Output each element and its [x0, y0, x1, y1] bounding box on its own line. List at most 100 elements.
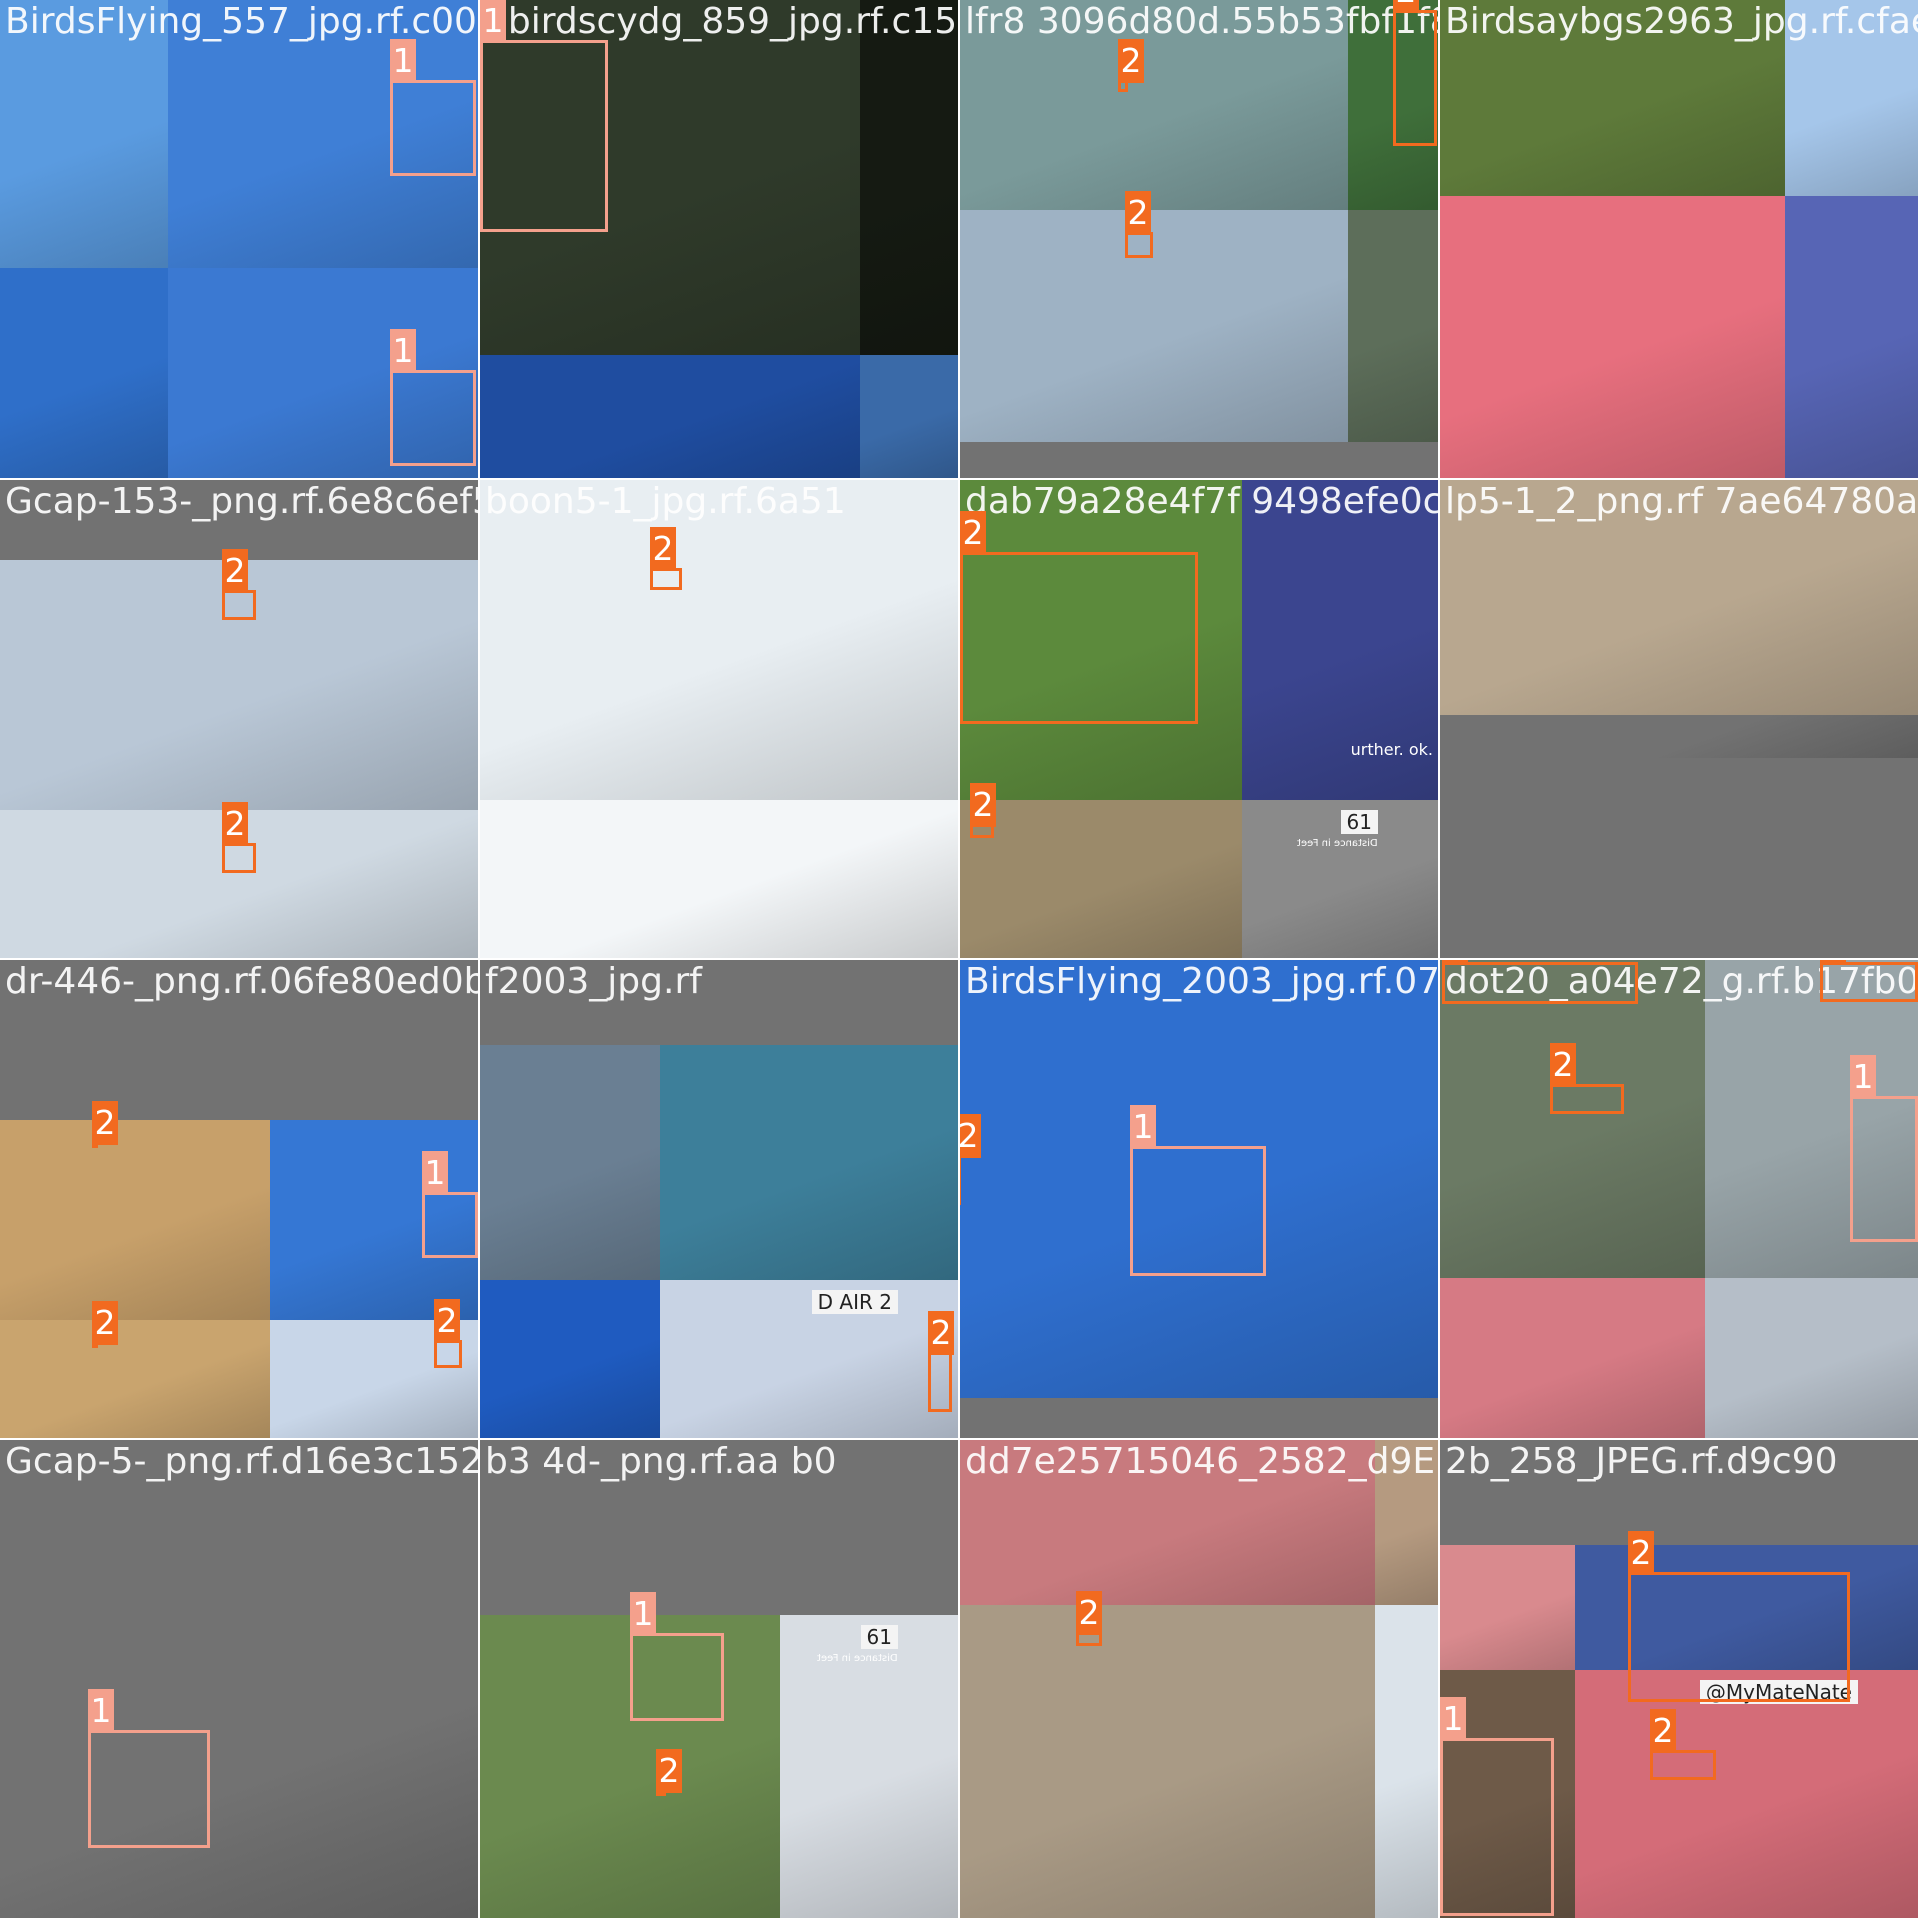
- tile-filename: dr-446-_png.rf.06fe80ed0b3b0f227-59bd62e…: [5, 961, 478, 1002]
- class-label: 2: [92, 1301, 118, 1345]
- image-quadrant: [480, 1045, 660, 1280]
- detection-box: 2: [92, 1301, 118, 1348]
- mosaic-tile: lp5-1_2_png.rf 7ae64780a: [1440, 480, 1918, 958]
- mosaic-tile: @MyMateNate 2b_258_JPEG.rf.d9c90 2 2 1: [1440, 1440, 1918, 1918]
- tile-filename: Gcap-5-_png.rf.d16e3c15223b9473c3337f9d0…: [5, 1441, 478, 1482]
- class-label: 2: [1442, 960, 1468, 965]
- detection-box: 2: [1076, 1591, 1102, 1646]
- mosaic-tile: 1birdscydg_859_jpg.rf.c154 [b7f8 3096d80…: [480, 0, 958, 478]
- detection-box: 2: [1125, 191, 1153, 258]
- detection-box: 2: [92, 1101, 118, 1148]
- detection-box: 2: [1550, 1043, 1624, 1114]
- overlay-text: 61: [1340, 810, 1378, 834]
- tile-filename: Gcap-153-_png.rf.6e8c6ef5b9c7641 5a25163…: [5, 481, 478, 522]
- image-quadrant: [1375, 1605, 1438, 1918]
- image-quadrant: [1575, 1670, 1918, 1918]
- overlay-caption: Distance in Feet: [1297, 838, 1378, 849]
- class-label: 2: [656, 1749, 682, 1793]
- mosaic-tile: dot20_a04e72_g.rf.b17fb09472221: [1440, 960, 1918, 1438]
- class-label: 2: [1118, 39, 1144, 83]
- mosaic-tile: 61 Distance in Feet urther. ok. dab79a28e4f…: [960, 480, 1438, 958]
- image-quadrant: [1440, 715, 1918, 758]
- image-quadrant: [1375, 1440, 1438, 1605]
- class-label: 1: [630, 1592, 656, 1636]
- mosaic-tile: Gcap-153-_png.rf.6e8c6ef5b9c7641 5a25163…: [0, 480, 478, 958]
- detection-box: 1: [480, 0, 608, 232]
- tile-filename: b3 4d-_png.rf.aa b0: [485, 1441, 837, 1482]
- mosaic-tile: BirdsFlying_557_jpg.rf.c0055bc76c5d47259…: [0, 0, 478, 478]
- image-quadrant: [1705, 1278, 1918, 1438]
- image-quadrant: [960, 210, 1348, 442]
- class-label: 2: [1550, 1043, 1576, 1087]
- detection-box: 2: [1442, 960, 1638, 1004]
- class-label: 1: [422, 1151, 448, 1195]
- detection-box: 1: [1130, 1105, 1266, 1276]
- image-quadrant: [480, 800, 958, 958]
- mosaic-tile: Gcap-5-_png.rf.d16e3c15223b9473c3337f9d0…: [0, 1440, 478, 1918]
- detection-box: 1: [1440, 1697, 1554, 1916]
- class-label: 1: [88, 1689, 114, 1733]
- class-label: 2: [1393, 0, 1419, 13]
- mosaic-grid: BirdsFlying_557_jpg.rf.c0055bc76c5d47259…: [0, 0, 1920, 1920]
- mosaic-tile: BirdsFlying_2003_jpg.rf.076 1 2: [960, 960, 1438, 1438]
- class-label: 2: [1628, 1531, 1654, 1575]
- image-quadrant: [1440, 196, 1785, 478]
- detection-box: 1: [422, 1151, 478, 1258]
- detection-box: 2: [970, 783, 996, 838]
- class-label: 1: [1440, 1697, 1466, 1741]
- image-quadrant: [1785, 0, 1918, 196]
- detection-box: 2: [650, 527, 682, 590]
- image-quadrant: [480, 480, 958, 800]
- image-quadrant: [960, 0, 1348, 210]
- class-label: 2: [960, 1114, 981, 1158]
- class-label: 2: [650, 527, 676, 571]
- image-quadrant: [1440, 0, 1785, 196]
- image-quadrant: [1440, 1278, 1705, 1438]
- detection-box: 2: [1118, 39, 1144, 92]
- mosaic-tile: 61 Distance in Feet b3 4d-_png.rf.aa b0 1 2: [480, 1440, 958, 1918]
- image-quadrant: [0, 1605, 478, 1918]
- detection-box: 1: [88, 1689, 210, 1848]
- overlay-text: 61: [860, 1625, 898, 1649]
- detection-box: 2: [656, 1749, 682, 1796]
- image-quadrant: [0, 1120, 270, 1320]
- class-label: 1: [390, 39, 416, 83]
- detection-box: 2: [1820, 960, 1918, 1002]
- class-label: 2: [1820, 960, 1846, 965]
- image-quadrant: [480, 1280, 660, 1438]
- image-quadrant: [660, 1045, 958, 1280]
- class-label: 2: [960, 511, 986, 555]
- image-quadrant: [0, 268, 168, 478]
- image-quadrant: [660, 1280, 958, 1438]
- class-label: 2: [1650, 1709, 1676, 1753]
- detection-box: 2: [960, 1114, 981, 1205]
- class-label: 2: [92, 1101, 118, 1145]
- detection-box: 2: [1650, 1709, 1716, 1780]
- class-label: 1: [480, 0, 506, 43]
- detection-box: 2: [1628, 1531, 1850, 1702]
- detection-box: 2: [960, 511, 1198, 724]
- detection-box: 2: [222, 549, 256, 620]
- image-quadrant: [860, 355, 958, 478]
- detection-box: 2: [222, 802, 256, 873]
- detection-box: 2: [928, 1311, 954, 1412]
- image-quadrant: [0, 0, 168, 268]
- image-quadrant: [860, 0, 958, 355]
- image-quadrant: [480, 355, 860, 478]
- class-label: 1: [1850, 1055, 1876, 1099]
- class-label: 2: [222, 549, 248, 593]
- class-label: 1: [390, 329, 416, 373]
- image-quadrant: [960, 1605, 1375, 1918]
- detection-box: 1: [390, 39, 476, 176]
- tile-filename: f2003_jpg.rf: [485, 961, 702, 1002]
- class-label: 2: [1125, 191, 1151, 235]
- detection-box: 1: [390, 329, 476, 466]
- class-label: 1: [1130, 1105, 1156, 1149]
- class-label: 2: [222, 802, 248, 846]
- mirrored-text: urther. ok.: [1350, 740, 1433, 759]
- mosaic-tile: dr-446-_png.rf.06fe80ed0b3b0f227-59bd62e…: [0, 960, 478, 1438]
- detection-box: 1: [630, 1592, 724, 1721]
- detection-box: 1: [1850, 1055, 1918, 1242]
- class-label: 2: [1076, 1591, 1102, 1635]
- class-label: 2: [970, 783, 996, 827]
